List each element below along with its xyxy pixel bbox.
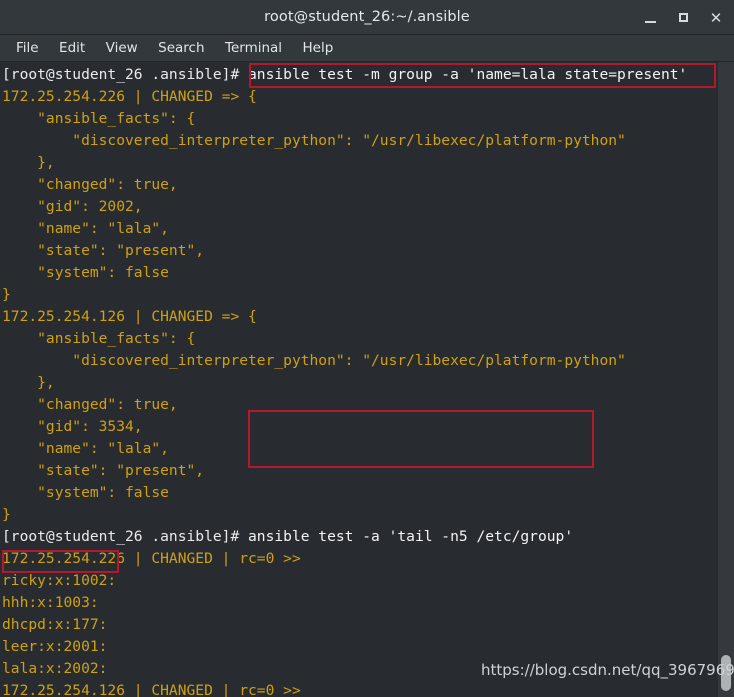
terminal-line: "discovered_interpreter_python": "/usr/l…	[2, 130, 687, 152]
terminal-output-text: "state": "present",	[2, 242, 205, 259]
terminal-output-text: "name": "lala",	[2, 220, 169, 237]
terminal-line: },	[2, 372, 687, 394]
terminal-line: "gid": 3534,	[2, 416, 687, 438]
terminal-line: dhcpd:x:177:	[2, 614, 687, 636]
window-title: root@student_26:~/.ansible	[264, 9, 470, 25]
terminal-line: 172.25.254.126 | CHANGED | rc=0 >>	[2, 680, 687, 697]
menu-item-view[interactable]: View	[98, 35, 146, 61]
minimize-button[interactable]	[640, 8, 660, 28]
terminal-line: "system": false	[2, 482, 687, 504]
maximize-button[interactable]	[673, 8, 693, 28]
terminal-output-text: "system": false	[2, 484, 169, 501]
menu-item-file[interactable]: File	[8, 35, 47, 61]
terminal-output-text: dhcpd:x:177:	[2, 616, 108, 633]
terminal-line: "changed": true,	[2, 174, 687, 196]
maximize-icon	[678, 13, 688, 22]
terminal-line: 172.25.254.126 | CHANGED => {	[2, 306, 687, 328]
terminal-line: [root@student_26 .ansible]# ansible test…	[2, 64, 687, 86]
vertical-scrollbar[interactable]	[718, 62, 734, 697]
terminal-line: }	[2, 284, 687, 306]
terminal-output-text: "state": "present",	[2, 462, 205, 479]
terminal-output-text: "discovered_interpreter_python": "/usr/l…	[2, 352, 626, 369]
terminal-output-text: }	[2, 506, 11, 523]
terminal-output-text: 172.25.254.126 | CHANGED | rc=0 >>	[2, 682, 301, 697]
terminal-line: 172.25.254.226 | CHANGED => {	[2, 86, 687, 108]
terminal-output-text: "discovered_interpreter_python": "/usr/l…	[2, 132, 626, 149]
terminal-output-text: leer:x:2001:	[2, 638, 108, 655]
terminal-window: root@student_26:~/.ansible ✕ File Edit V…	[0, 0, 734, 697]
terminal-line: "system": false	[2, 262, 687, 284]
terminal-output-text: "gid": 2002,	[2, 198, 143, 215]
terminal-line: "ansible_facts": {	[2, 328, 687, 350]
terminal-output-text: lala:x:2002:	[2, 660, 108, 677]
terminal-line: },	[2, 152, 687, 174]
terminal-line: "gid": 2002,	[2, 196, 687, 218]
terminal-output-text: "changed": true,	[2, 396, 178, 413]
terminal-output-text: hhh:x:1003:	[2, 594, 99, 611]
terminal-output-text: },	[2, 154, 55, 171]
terminal-output-text: "system": false	[2, 264, 169, 281]
terminal-output-text: 172.25.254.226 | CHANGED => {	[2, 88, 257, 105]
watermark-text: https://blog.csdn.net/qq_39679699	[481, 661, 734, 679]
terminal-line: "discovered_interpreter_python": "/usr/l…	[2, 350, 687, 372]
terminal-output-text: 172.25.254.226 | CHANGED | rc=0 >>	[2, 550, 301, 567]
terminal-line: "state": "present",	[2, 460, 687, 482]
terminal-line: "name": "lala",	[2, 218, 687, 240]
window-titlebar: root@student_26:~/.ansible ✕	[0, 0, 734, 35]
terminal-line: "changed": true,	[2, 394, 687, 416]
terminal-line: "state": "present",	[2, 240, 687, 262]
terminal-output-text: 172.25.254.126 | CHANGED => {	[2, 308, 257, 325]
terminal-output-text: }	[2, 286, 11, 303]
terminal-output-text: },	[2, 374, 55, 391]
shell-command: ansible test -a 'tail -n5 /etc/group'	[248, 528, 574, 545]
shell-command: ansible test -m group -a 'name=lala stat…	[248, 66, 688, 83]
minimize-icon	[644, 21, 656, 23]
terminal-output-text: "gid": 3534,	[2, 418, 143, 435]
terminal-line: leer:x:2001:	[2, 636, 687, 658]
close-button[interactable]: ✕	[706, 8, 726, 28]
menu-bar: File Edit View Search Terminal Help	[0, 35, 734, 62]
menu-item-terminal[interactable]: Terminal	[217, 35, 290, 61]
terminal-line: "ansible_facts": {	[2, 108, 687, 130]
terminal-line: 172.25.254.226 | CHANGED | rc=0 >>	[2, 548, 687, 570]
menu-item-search[interactable]: Search	[150, 35, 212, 61]
close-icon: ✕	[709, 9, 723, 27]
terminal-output-text: "ansible_facts": {	[2, 330, 196, 347]
terminal-line-list: [root@student_26 .ansible]# ansible test…	[2, 64, 687, 697]
terminal-line: "name": "lala",	[2, 438, 687, 460]
shell-prompt: [root@student_26 .ansible]#	[2, 66, 249, 83]
terminal-output-text: "name": "lala",	[2, 440, 169, 457]
terminal-output-text: "ansible_facts": {	[2, 110, 196, 127]
terminal-line: hhh:x:1003:	[2, 592, 687, 614]
menu-item-help[interactable]: Help	[295, 35, 342, 61]
terminal-line: ricky:x:1002:	[2, 570, 687, 592]
terminal-output-area[interactable]: [root@student_26 .ansible]# ansible test…	[0, 62, 718, 697]
terminal-output-text: "changed": true,	[2, 176, 178, 193]
terminal-output-text: ricky:x:1002:	[2, 572, 117, 589]
menu-item-edit[interactable]: Edit	[51, 35, 93, 61]
terminal-line: [root@student_26 .ansible]# ansible test…	[2, 526, 687, 548]
shell-prompt: [root@student_26 .ansible]#	[2, 528, 249, 545]
terminal-line: }	[2, 504, 687, 526]
